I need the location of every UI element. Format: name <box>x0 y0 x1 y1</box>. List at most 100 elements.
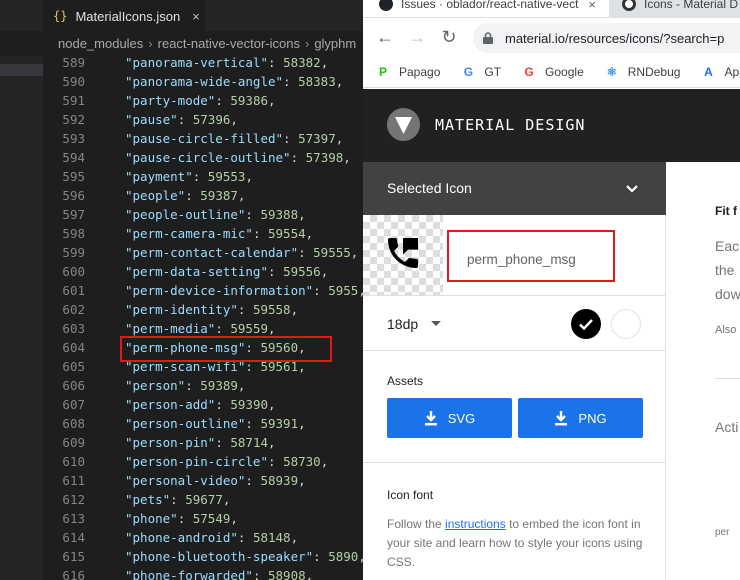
download-icon <box>555 411 568 426</box>
json-value: 58908 <box>268 568 306 580</box>
json-value: 59555 <box>313 245 351 260</box>
download-svg-label: SVG <box>447 410 476 426</box>
code-line[interactable]: 589 "panorama-vertical": 58382, <box>43 53 363 72</box>
line-number: 611 <box>62 473 85 488</box>
activity-sidebar <box>0 31 43 580</box>
code-line[interactable]: 592 "pause": 57396, <box>43 110 363 129</box>
code-line[interactable]: 594 "pause-circle-outline": 57398, <box>43 148 363 167</box>
json-value: 59391 <box>260 416 299 431</box>
perm-phone-msg-icon <box>388 238 418 268</box>
instructions-link[interactable]: instructions <box>445 517 506 531</box>
json-value: 5955 <box>328 283 359 298</box>
size-dropdown[interactable]: 18dp <box>387 316 418 332</box>
material-logo-icon[interactable] <box>387 108 420 141</box>
json-key: "perm-identity" <box>125 302 238 317</box>
editor-tab-materialicons-json[interactable]: {} MaterialIcons.json × <box>43 0 205 31</box>
code-line[interactable]: 606 "person": 59389, <box>43 376 363 395</box>
code-line[interactable]: 601 "perm-device-information": 5955, <box>43 281 363 300</box>
site-title[interactable]: MATERIAL DESIGN <box>435 116 585 134</box>
close-icon[interactable]: × <box>192 9 200 24</box>
color-swatch-black[interactable] <box>571 309 601 339</box>
bookmark-gt[interactable]: G GT <box>460 64 501 80</box>
code-line[interactable]: 597 "people-outline": 59388, <box>43 205 363 224</box>
code-line[interactable]: 591 "party-mode": 59386, <box>43 91 363 110</box>
code-editor[interactable]: 589 "panorama-vertical": 58382, 590 "panora… <box>43 53 363 580</box>
code-line[interactable]: 600 "perm-data-setting": 59556, <box>43 262 363 281</box>
chevron-down-icon[interactable] <box>623 180 641 198</box>
line-number: 601 <box>62 283 85 298</box>
bookmark-google[interactable]: G Google <box>521 64 584 80</box>
browser-tab-strip: Issues · oblador/react-native-vect × Ico… <box>363 0 740 18</box>
google-translate-icon: G <box>463 64 474 79</box>
code-line[interactable]: 595 "payment": 59553, <box>43 167 363 186</box>
browser-tab-label: Issues · oblador/react-native-vect <box>401 0 579 11</box>
bookmarks-bar: P Papago G GT G Google ⚛ RNDebug A AppLis <box>363 56 740 88</box>
peek-text: Also <box>715 324 737 336</box>
code-text: "payment": 59553, <box>125 169 253 184</box>
code-line[interactable]: 611 "personal-video": 58939, <box>43 471 363 490</box>
close-icon[interactable]: × <box>588 0 596 12</box>
browser-tab-github-issues[interactable]: Issues · oblador/react-native-vect × <box>363 0 609 17</box>
json-value: 59387 <box>200 188 238 203</box>
line-number: 603 <box>62 321 85 336</box>
code-line[interactable]: 613 "phone": 57549, <box>43 509 363 528</box>
json-value: 59677 <box>185 492 223 507</box>
peek-divider <box>715 378 740 379</box>
json-key: "payment" <box>125 169 193 184</box>
panel-header[interactable]: Selected Icon <box>363 162 666 215</box>
code-line[interactable]: 614 "phone-android": 58148, <box>43 528 363 547</box>
code-line[interactable]: 615 "phone-bluetooth-speaker": 5890, <box>43 547 363 566</box>
back-arrow-icon[interactable]: ← <box>375 27 395 47</box>
code-line[interactable]: 607 "person-add": 59390, <box>43 395 363 414</box>
download-icon <box>424 411 437 426</box>
breadcrumb-separator: › <box>148 36 153 51</box>
json-key: "person-pin" <box>125 435 216 450</box>
bookmark-papago[interactable]: P Papago <box>375 64 440 80</box>
code-line[interactable]: 596 "people": 59387, <box>43 186 363 205</box>
bookmark-label: Google <box>545 64 584 79</box>
reload-icon[interactable]: ↻ <box>439 27 459 47</box>
forward-arrow-icon[interactable]: → <box>407 27 427 47</box>
json-key: "perm-device-information" <box>125 283 314 298</box>
json-value: 58382 <box>283 55 321 70</box>
color-swatch-white[interactable] <box>611 309 641 339</box>
json-value: 59554 <box>268 226 306 241</box>
code-text: "pause": 57396, <box>125 112 238 127</box>
code-text: "panorama-vertical": 58382, <box>125 55 329 70</box>
code-text: "perm-contact-calendar": 59555, <box>125 245 359 260</box>
breadcrumb-item-folder[interactable]: glyphm <box>314 36 356 51</box>
breadcrumb-item-package[interactable]: react-native-vector-icons <box>158 36 300 51</box>
line-number: 590 <box>62 74 85 89</box>
address-bar[interactable]: material.io/resources/icons/?search=p <box>473 23 740 53</box>
icon-name-field[interactable]: perm_phone_msg <box>447 230 615 282</box>
papago-icon: P <box>378 64 387 79</box>
code-line[interactable]: 599 "perm-contact-calendar": 59555, <box>43 243 363 262</box>
code-line[interactable]: 602 "perm-identity": 59558, <box>43 300 363 319</box>
appstore-icon: A <box>704 64 713 79</box>
json-key: "pause" <box>125 112 178 127</box>
browser-tab-material-icons[interactable]: Icons - Material D <box>610 0 740 17</box>
json-value: 58939 <box>260 473 299 488</box>
peek-title: Fit f <box>715 204 737 218</box>
code-line[interactable]: 616 "phone-forwarded": 58908, <box>43 566 363 580</box>
code-line[interactable]: 609 "person-pin": 58714, <box>43 433 363 452</box>
icon-font-section: Icon font Follow the instructions to emb… <box>363 463 666 580</box>
download-png-button[interactable]: PNG <box>518 398 643 438</box>
code-line[interactable]: 608 "person-outline": 59391, <box>43 414 363 433</box>
breadcrumb-item-node-modules[interactable]: node_modules <box>58 36 143 51</box>
code-line[interactable]: 612 "pets": 59677, <box>43 490 363 509</box>
download-svg-button[interactable]: SVG <box>387 398 512 438</box>
code-text: "pause-circle-outline": 57398, <box>125 150 351 165</box>
line-number: 593 <box>62 131 85 146</box>
peek-text: Acti <box>715 419 739 435</box>
json-value: 57549 <box>192 511 231 526</box>
code-line[interactable]: 610 "person-pin-circle": 58730, <box>43 452 363 471</box>
json-file-icon: {} <box>53 9 68 23</box>
browser-toolbar: ← → ↻ material.io/resources/icons/?searc… <box>363 18 740 56</box>
bookmark-rndebug[interactable]: ⚛ RNDebug <box>604 64 680 80</box>
caret-down-icon[interactable] <box>431 321 441 326</box>
bookmark-applis[interactable]: A AppLis <box>700 64 740 80</box>
code-line[interactable]: 590 "panorama-wide-angle": 58383, <box>43 72 363 91</box>
code-line[interactable]: 598 "perm-camera-mic": 59554, <box>43 224 363 243</box>
code-line[interactable]: 593 "pause-circle-filled": 57397, <box>43 129 363 148</box>
